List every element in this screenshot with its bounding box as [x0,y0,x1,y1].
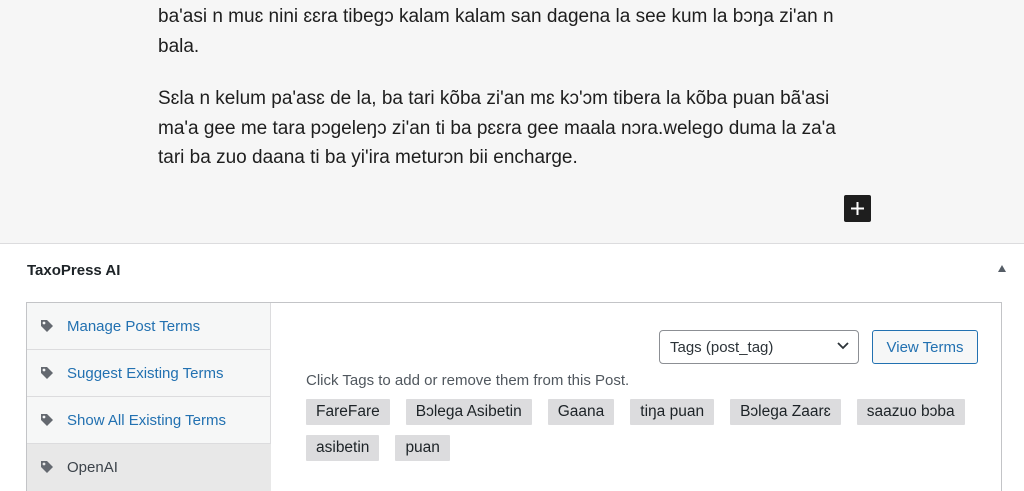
taxonomy-select[interactable]: Tags (post_tag) [659,330,859,364]
tag-icon [41,414,53,426]
sidebar-item-show-all-existing-terms[interactable]: Show All Existing Terms [27,397,271,444]
taxopress-panel: Manage Post Terms Suggest Existing Terms… [26,302,1002,491]
chevron-down-icon [837,342,849,350]
tag-chip[interactable]: tiŋa puan [630,399,715,425]
view-terms-button[interactable]: View Terms [872,330,978,364]
terms-content: Tags (post_tag) View Terms Click Tags to… [272,303,1002,491]
arrow-up-icon[interactable] [998,265,1006,272]
tag-chip[interactable]: Bɔlega Asibetin [405,399,532,425]
paragraph-block[interactable]: ba'asi n muɛ nini ɛɛra tibegɔ kalam kala… [158,2,858,61]
sidebar: Manage Post Terms Suggest Existing Terms… [27,303,271,491]
sidebar-item-label: Suggest Existing Terms [67,364,224,382]
plus-icon [851,202,864,215]
tag-list: FareFare Bɔlega Asibetin Gaana tiŋa puan… [306,399,996,461]
tag-chip[interactable]: Bɔlega Zaarɛ [730,399,841,425]
metabox-title: TaxoPress AI [27,262,121,279]
tag-icon [41,367,53,379]
taxonomy-select-value: Tags (post_tag) [670,339,774,356]
sidebar-item-label: Show All Existing Terms [67,411,226,429]
sidebar-item-label: OpenAI [67,459,118,476]
tag-icon [41,461,53,473]
tag-chip[interactable]: saazuo bɔba [856,399,965,425]
tag-icon [41,320,53,332]
metabox-header: TaxoPress AI [0,245,1024,297]
tag-chip[interactable]: puan [395,435,450,461]
tag-chip[interactable]: Gaana [547,399,615,425]
sidebar-item-suggest-existing-terms[interactable]: Suggest Existing Terms [27,350,271,397]
sidebar-item-manage-post-terms[interactable]: Manage Post Terms [27,303,271,350]
block-inserter-button[interactable] [844,195,871,222]
sidebar-item-label: Manage Post Terms [67,317,201,335]
tag-chip[interactable]: asibetin [306,435,380,461]
editor-canvas[interactable]: ba'asi n muɛ nini ɛɛra tibegɔ kalam kala… [0,0,1024,244]
instructions-text: Click Tags to add or remove them from th… [306,372,630,389]
sidebar-item-openai[interactable]: OpenAI [27,444,271,491]
tag-chip[interactable]: FareFare [306,399,390,425]
paragraph-block[interactable]: Sɛla n kelum pa'asɛ de la, ba tari kõba … [158,84,858,173]
